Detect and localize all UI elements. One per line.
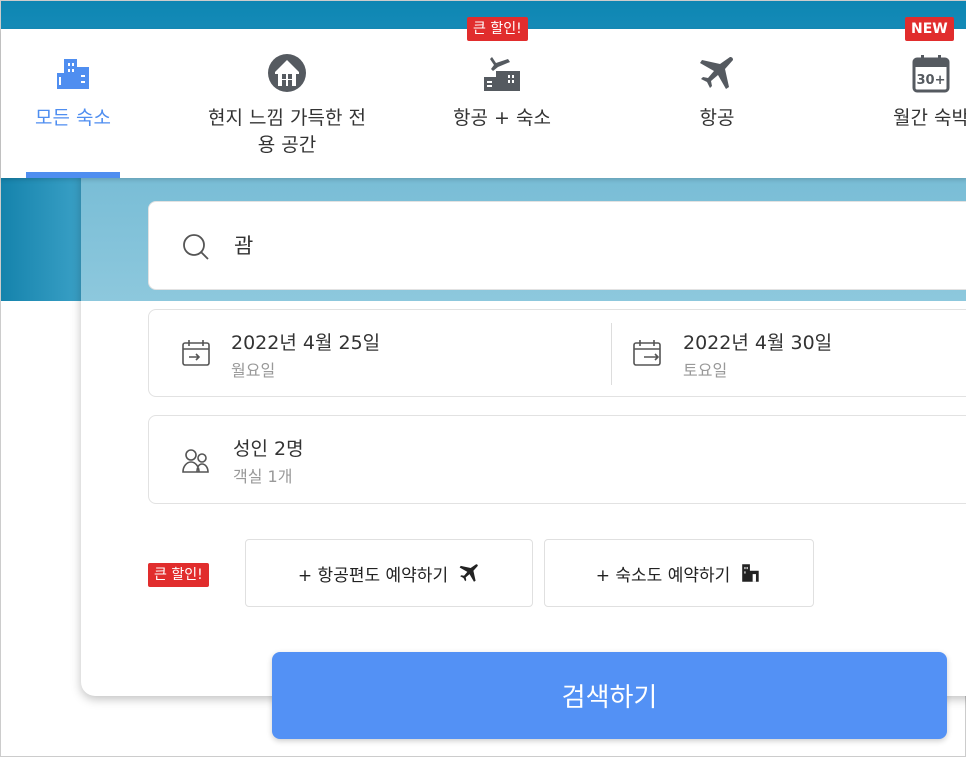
checkout-date[interactable]: 2022년 4월 30일 토요일 [612, 310, 966, 398]
addon-discount-badge: 큰 할인! [148, 563, 209, 587]
calendar-30-icon: 30+ [912, 55, 950, 93]
new-badge: NEW [905, 17, 954, 41]
calendar-checkin-icon [182, 340, 210, 366]
add-flight-label: + 항공편도 예약하기 [297, 565, 449, 586]
building-icon [57, 59, 89, 89]
destination-search-input[interactable]: 괌 [148, 201, 966, 290]
checkout-weekday: 토요일 [683, 361, 728, 380]
people-icon [182, 449, 209, 473]
checkin-date[interactable]: 2022년 4월 25일 월요일 [149, 310, 611, 398]
tab-monthly-stay[interactable]: 30+ 월간 숙박 [826, 29, 966, 178]
tab-label: 모든 숙소 [35, 107, 111, 129]
tab-flights[interactable]: 항공 [612, 29, 822, 178]
tab-label: 현지 느낌 가득한 전용 공간 [208, 107, 366, 156]
checkout-date-text: 2022년 4월 30일 [683, 332, 833, 354]
active-tab-indicator [26, 172, 120, 178]
tab-private-spaces[interactable]: 현지 느낌 가득한 전용 공간 [182, 29, 392, 178]
calendar-checkout-icon [633, 340, 661, 366]
guests-selector[interactable]: 성인 2명 객실 1개 [148, 415, 966, 504]
airplane-icon [459, 564, 478, 582]
background-image-strip [1, 178, 81, 301]
discount-badge: 큰 할인! [467, 17, 528, 41]
adults-count: 성인 2명 [233, 438, 304, 460]
search-button[interactable]: 검색하기 [272, 652, 947, 739]
home-circle-icon [268, 54, 306, 92]
tab-label: 월간 숙박 [893, 107, 966, 129]
checkin-weekday: 월요일 [231, 361, 276, 380]
search-value: 괌 [234, 234, 254, 258]
add-hotel-button[interactable]: + 숙소도 예약하기 [544, 539, 814, 607]
flight-hotel-icon [484, 57, 520, 91]
add-hotel-label: + 숙소도 예약하기 [595, 565, 731, 586]
date-picker: 2022년 4월 25일 월요일 2022년 4월 30일 토요일 [148, 309, 966, 397]
search-icon [183, 234, 209, 260]
tab-all-stays[interactable]: 모든 숙소 [0, 29, 178, 178]
add-flight-button[interactable]: + 항공편도 예약하기 [245, 539, 533, 607]
svg-text:30+: 30+ [917, 73, 946, 88]
building-icon [742, 564, 759, 582]
tab-flight-hotel[interactable]: 항공 + 숙소 [397, 29, 607, 178]
tab-label: 항공 + 숙소 [453, 107, 551, 129]
tab-label: 항공 [699, 107, 735, 129]
category-nav: 모든 숙소 현지 느낌 가득한 전용 공간 항공 + 숙소 항공 30+ 월간 … [1, 29, 966, 178]
rooms-count: 객실 1개 [233, 467, 293, 486]
airplane-icon [700, 57, 733, 89]
checkin-date-text: 2022년 4월 25일 [231, 332, 381, 354]
